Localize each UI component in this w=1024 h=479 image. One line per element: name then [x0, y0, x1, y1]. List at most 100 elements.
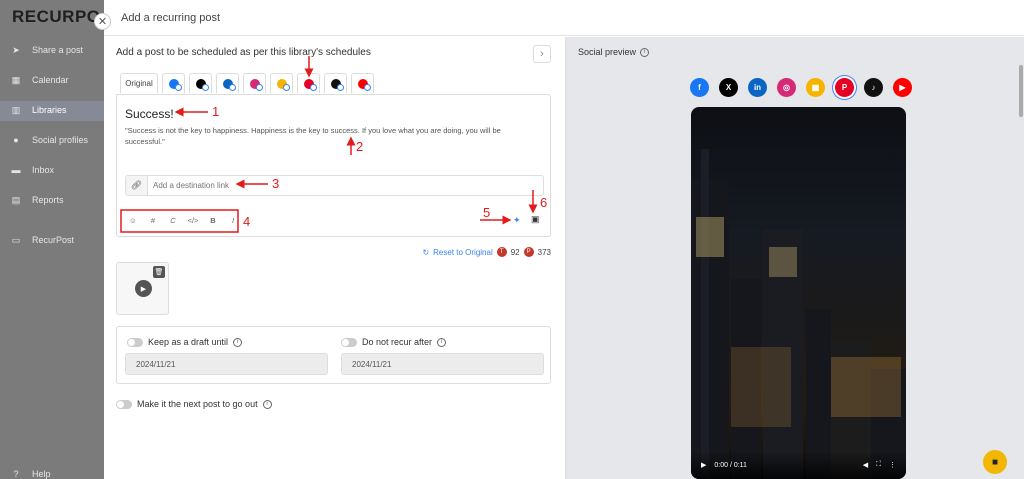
video-preview[interactable]: ▶ 0:00 / 0:11 ◀ ⛶ ⋮ — [691, 107, 906, 479]
scrollbar[interactable] — [1019, 65, 1023, 117]
inbox-icon: ▬ — [11, 165, 21, 175]
pinterest-count-badge: P — [523, 247, 534, 257]
play-icon[interactable]: ▶ — [701, 461, 706, 469]
street-lights — [831, 357, 901, 417]
sidebar: RECURPO ➤ Share a post ▦ Calendar ▥ Librari… — [0, 0, 104, 479]
close-button[interactable]: ✕ — [94, 13, 111, 30]
info-icon: i — [233, 337, 243, 347]
sidebar-item-social-profiles[interactable]: ● Social profiles — [10, 134, 88, 146]
fullscreen-icon[interactable]: ⛶ — [876, 461, 881, 469]
info-icon: i — [262, 399, 272, 409]
draft-toggle[interactable] — [127, 337, 143, 347]
recur-toggle[interactable] — [341, 337, 357, 347]
logo: RECURPO — [12, 7, 101, 26]
sidebar-item-recurpost[interactable]: ▭ RecurPost — [10, 234, 74, 246]
italic-button[interactable]: I — [225, 213, 241, 227]
next-post-option: Make it the next post to go out i — [116, 399, 272, 409]
x-icon — [195, 78, 209, 91]
sidebar-item-label: Reports — [32, 195, 64, 205]
sidebar-item-inbox[interactable]: ▬ Inbox — [10, 164, 55, 176]
profile-icon: ● — [13, 135, 19, 145]
info-icon: i — [437, 337, 447, 347]
library-icon: ▥ — [11, 104, 21, 115]
reset-to-original-link[interactable]: Reset to Original — [433, 248, 493, 257]
sidebar-item-share-a-post[interactable]: ➤ Share a post — [10, 44, 83, 56]
tab-linkedin[interactable] — [216, 73, 239, 93]
ai-sparkle-icon[interactable]: ✦ — [513, 215, 521, 226]
tab-x[interactable] — [189, 73, 212, 93]
annotation-number-1: 1 — [212, 104, 220, 119]
link-icon: 🔗︎ — [126, 176, 148, 195]
monitor-icon: ▭ — [11, 234, 21, 245]
window-lights — [769, 247, 797, 277]
reports-icon: ▤ — [11, 194, 21, 205]
tab-google-business[interactable] — [270, 73, 293, 93]
hashtag-button[interactable]: # — [145, 213, 161, 227]
post-title[interactable]: Success! — [125, 107, 174, 121]
preview-title: Social preview i — [578, 47, 650, 57]
image-upload-icon[interactable]: ▣ — [531, 214, 540, 225]
street-lights — [731, 347, 791, 427]
schedule-options: Keep as a draft until i 2024/11/21 Do no… — [116, 326, 551, 384]
tab-instagram[interactable] — [243, 73, 266, 93]
instagram-icon — [249, 78, 263, 91]
destination-link-row: 🔗︎ — [125, 175, 544, 196]
reset-row: ↻ Reset to Original T 92 P 373 — [422, 247, 551, 257]
tab-facebook[interactable] — [162, 73, 185, 93]
google-business-icon — [276, 78, 290, 91]
annotation-number-4: 4 — [243, 214, 251, 229]
post-body[interactable]: "Success is not the key to happiness. Ha… — [125, 125, 535, 147]
tab-original[interactable]: Original — [120, 73, 158, 93]
send-icon: ➤ — [12, 44, 20, 55]
tab-youtube[interactable] — [351, 73, 374, 93]
chat-icon: ■ — [991, 456, 999, 468]
draft-label: Keep as a draft until — [148, 337, 229, 347]
reset-icon: ↻ — [422, 247, 430, 257]
sidebar-item-label: Share a post — [32, 45, 84, 55]
chat-support-button[interactable]: ■ — [983, 450, 1007, 474]
media-thumbnail[interactable]: 🗑︎ ▶ — [116, 262, 169, 315]
tiktok-icon[interactable]: ♪ — [864, 78, 883, 97]
recur-date-field[interactable]: 2024/11/21 — [341, 353, 544, 375]
destination-link-input[interactable] — [153, 176, 533, 195]
twitter-char-count: 92 — [510, 247, 520, 257]
sidebar-item-help[interactable]: ? Help — [10, 468, 51, 479]
pinterest-icon — [303, 78, 317, 91]
emoji-button[interactable]: ☺ — [125, 213, 141, 227]
more-options-icon[interactable]: ⋮ — [889, 461, 896, 469]
linkedin-icon[interactable]: in — [748, 78, 767, 97]
play-icon[interactable]: ▶ — [135, 280, 152, 297]
modal-header: Add a recurring post — [104, 0, 1024, 36]
sidebar-item-libraries[interactable]: ▥ Libraries — [10, 104, 67, 116]
calendar-icon: ▦ — [11, 74, 21, 85]
sidebar-item-label: Help — [32, 469, 51, 479]
recur-label: Do not recur after — [362, 337, 433, 347]
bold-button[interactable]: B — [205, 213, 221, 227]
sidebar-item-reports[interactable]: ▤ Reports — [10, 194, 64, 206]
tab-pinterest[interactable] — [297, 73, 320, 93]
instagram-icon[interactable]: ◎ — [777, 78, 796, 97]
volume-icon[interactable]: ◀ — [863, 461, 868, 469]
sidebar-item-label: Social profiles — [32, 135, 89, 145]
facebook-icon[interactable]: f — [690, 78, 709, 97]
draft-date-field[interactable]: 2024/11/21 — [125, 353, 328, 375]
pinterest-icon[interactable]: P — [835, 78, 854, 97]
video-controls: ▶ 0:00 / 0:11 ◀ ⛶ ⋮ — [691, 451, 906, 479]
youtube-icon[interactable]: ▶ — [893, 78, 912, 97]
expand-button[interactable]: › — [533, 45, 551, 63]
code-button[interactable]: </> — [185, 213, 201, 227]
google-business-icon[interactable]: ▦ — [806, 78, 825, 97]
next-post-label: Make it the next post to go out — [137, 399, 258, 409]
tab-tiktok[interactable] — [324, 73, 347, 93]
pinterest-char-count: 373 — [537, 247, 551, 257]
linkedin-icon — [222, 78, 236, 91]
canva-button[interactable]: C — [165, 213, 181, 227]
info-icon: i — [640, 47, 650, 57]
post-editor-panel: Add a post to be scheduled as per this l… — [104, 37, 565, 479]
next-post-toggle[interactable] — [116, 399, 132, 409]
chevron-right-icon: › — [540, 48, 544, 60]
trash-icon[interactable]: 🗑︎ — [153, 266, 165, 278]
preview-title-label: Social preview — [578, 47, 637, 57]
sidebar-item-calendar[interactable]: ▦ Calendar — [10, 74, 69, 86]
x-icon[interactable]: X — [719, 78, 738, 97]
